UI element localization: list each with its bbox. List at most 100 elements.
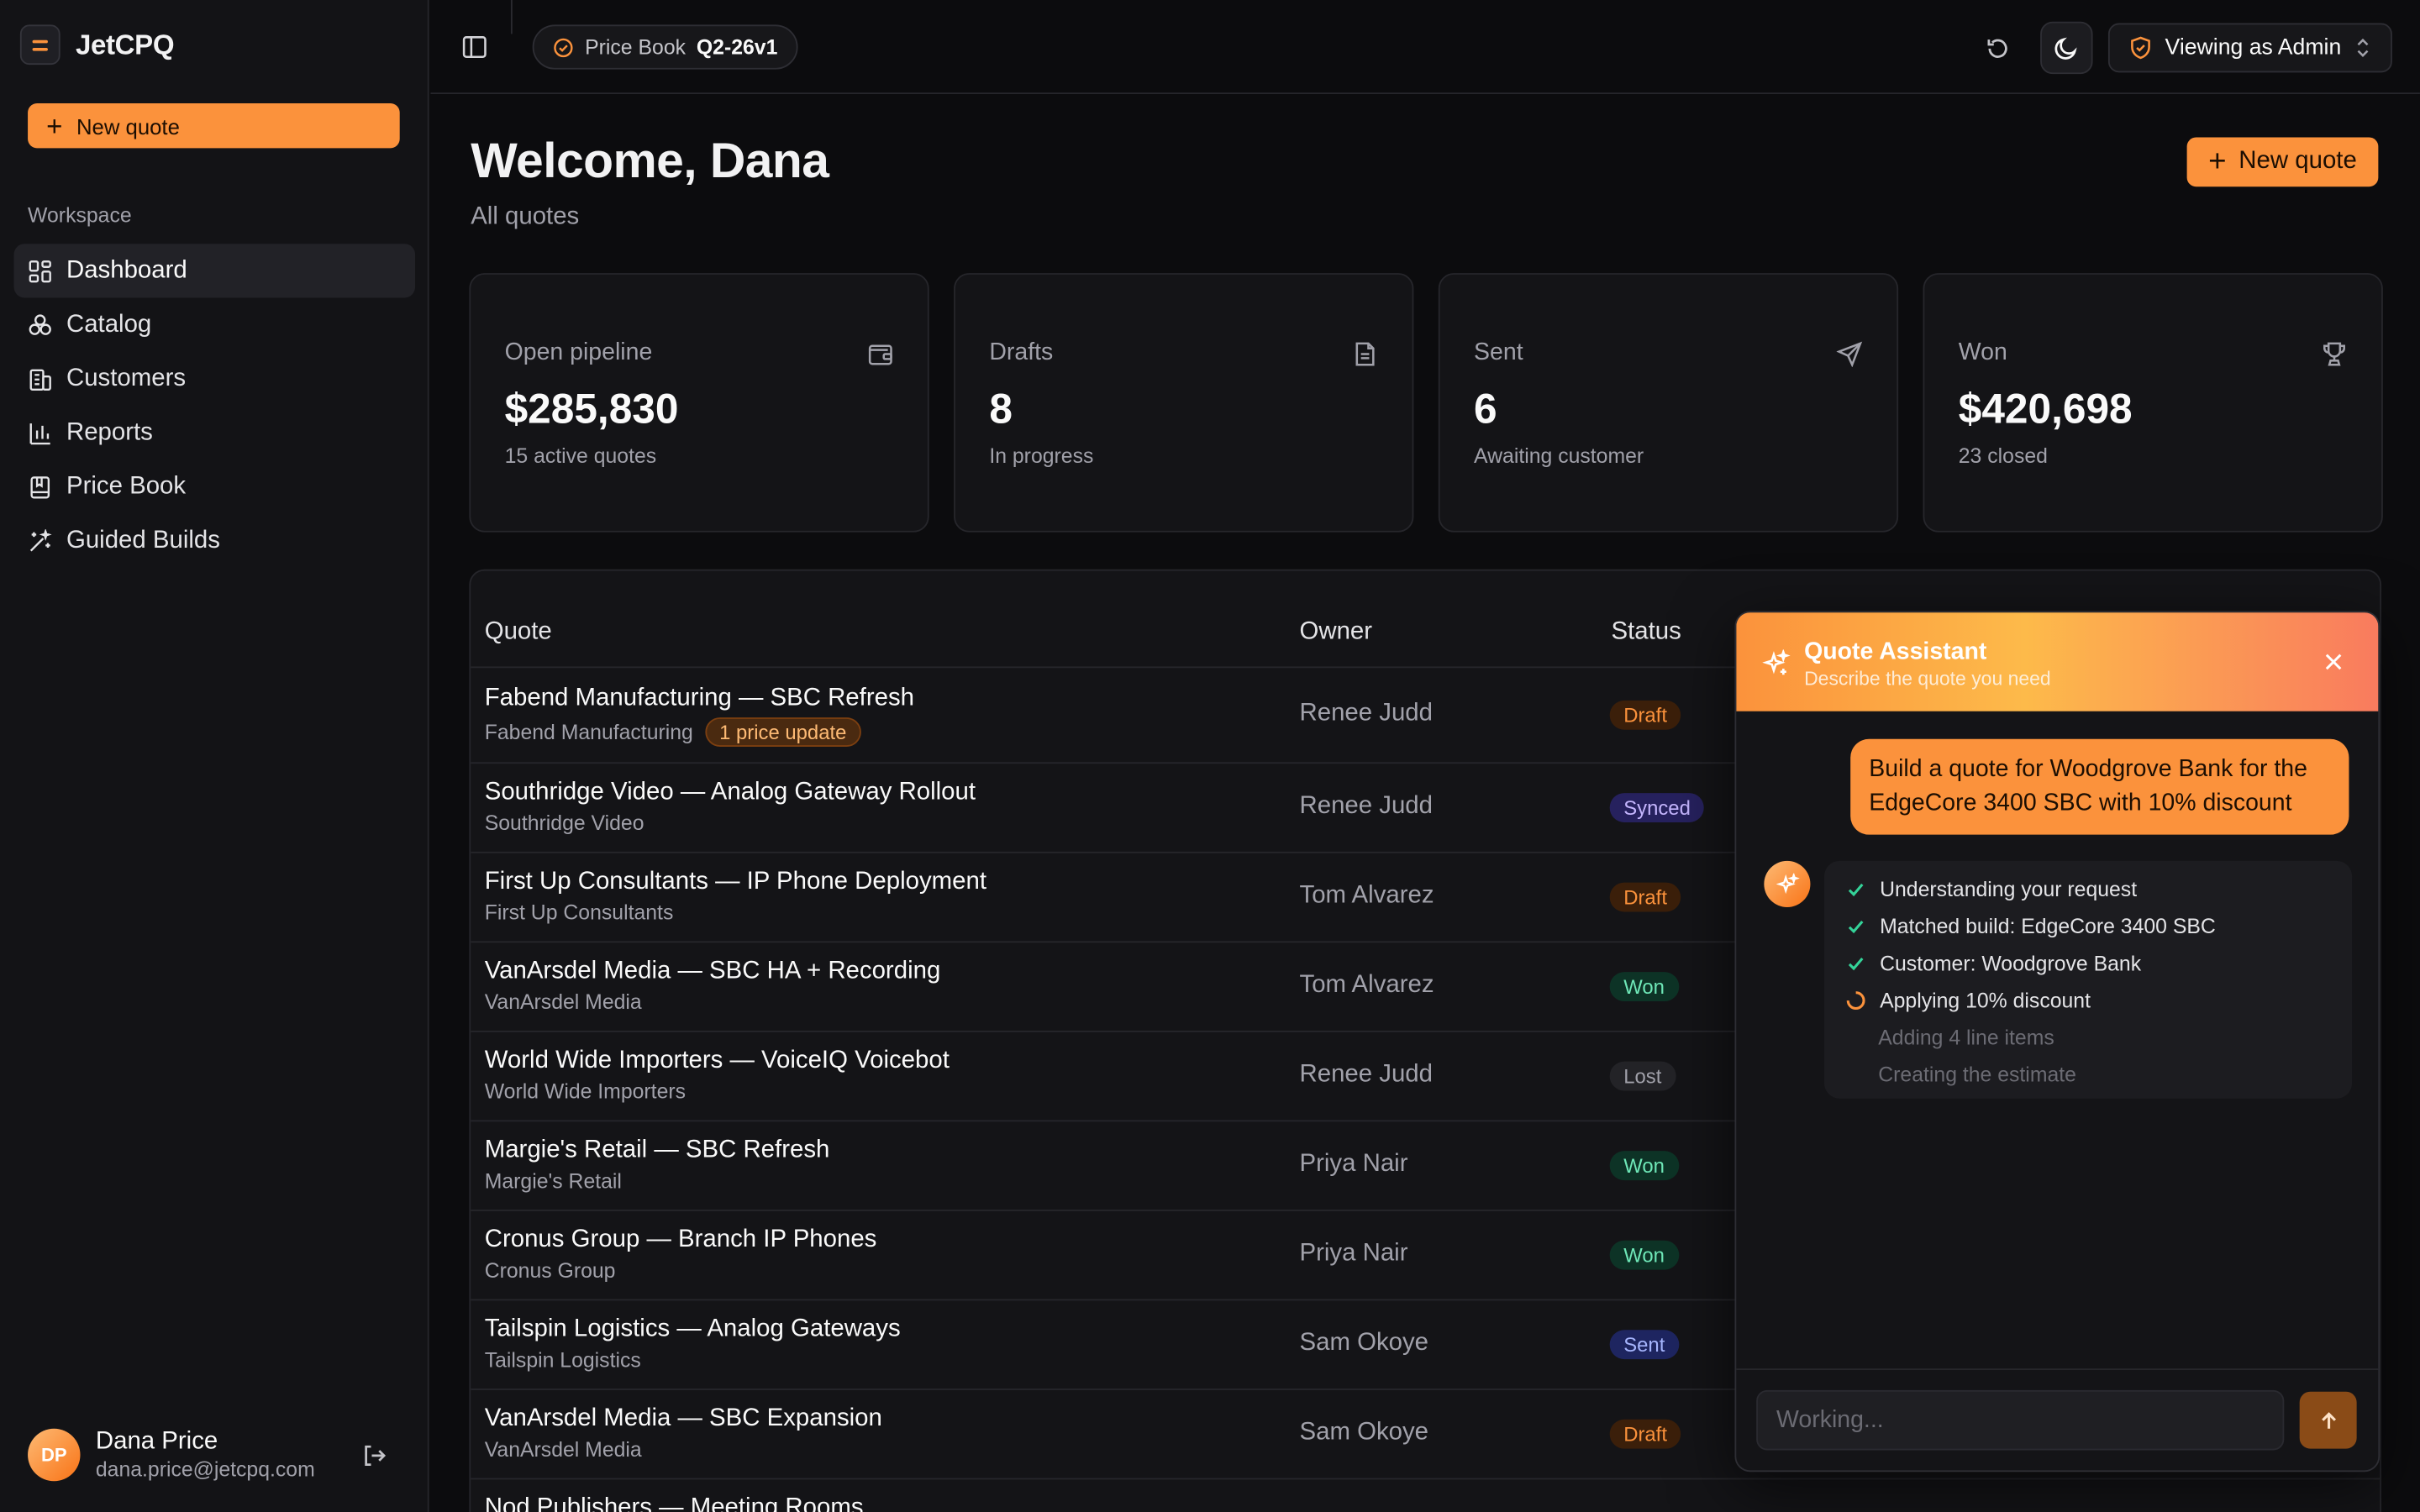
sidebar-item-label: Guided Builds [66, 527, 220, 554]
app-name: JetCPQ [75, 28, 175, 60]
quote-customer: Southridge Video [484, 811, 644, 835]
step-label: Applying 10% discount [1880, 988, 2091, 1011]
sparkles-icon [1776, 872, 1799, 894]
arrow-up-icon [2321, 1411, 2336, 1428]
progress-step-done: Customer: Woodgrove Bank [1824, 944, 2352, 981]
sidebar-item-label: Customers [66, 365, 187, 391]
sidebar-item-label: Catalog [66, 311, 152, 338]
assistant-subtitle: Describe the quote you need [1804, 668, 2051, 690]
quote-assistant-panel: Quote Assistant Describe the quote you n… [1734, 611, 2381, 1473]
topbar: Price Book Q2-26v1 Viewing as Admin [430, 0, 2420, 95]
assistant-input[interactable] [1756, 1389, 2285, 1451]
status-badge: Lost [1609, 1061, 1676, 1091]
status-badge: Won [1609, 1240, 1679, 1270]
stat-value: 6 [1474, 386, 1497, 433]
quote-owner: Priya Nair [1299, 1151, 1408, 1178]
divider [510, 0, 513, 34]
progress-step-running: Applying 10% discount [1824, 981, 2352, 1018]
stat-subtext: Awaiting customer [1474, 444, 1644, 468]
stat-label: Won [1958, 339, 2007, 366]
price-update-badge[interactable]: 1 price update [705, 717, 860, 747]
quote-title[interactable]: Tailspin Logistics — Analog Gateways [485, 1316, 901, 1344]
price-book-selector[interactable]: Price Book Q2-26v1 [532, 24, 798, 70]
sidebar-toggle-icon [462, 36, 487, 58]
quote-title[interactable]: VanArsdel Media — SBC Expansion [485, 1405, 882, 1433]
refresh-button[interactable] [1972, 22, 2024, 74]
plus-icon: + [2208, 144, 2227, 180]
sidebar-item-label: Reports [66, 418, 153, 445]
workspace-section-label: Workspace [28, 203, 132, 227]
stat-subtext: In progress [989, 444, 1094, 468]
sidebar-item-catalog[interactable]: Catalog [14, 297, 416, 351]
status-badge: Won [1609, 972, 1679, 1002]
check-icon [1848, 882, 1864, 896]
new-quote-label: New quote [2238, 148, 2357, 175]
stat-card-sent: Sent 6 Awaiting customer [1438, 273, 1899, 533]
catalog-icon [29, 313, 51, 334]
quote-owner: Tom Alvarez [1299, 972, 1434, 999]
sidebar-toggle-button[interactable] [461, 34, 487, 67]
price-book-version: Q2-26v1 [696, 35, 778, 59]
dashboard-icon [29, 260, 51, 282]
stat-card-won: Won $420,698 23 closed [1923, 273, 2383, 533]
role-label: Viewing as Admin [2165, 35, 2342, 60]
topbar-actions: Viewing as Admin [1972, 21, 2392, 75]
quote-title[interactable]: Margie's Retail — SBC Refresh [485, 1137, 830, 1165]
quote-title[interactable]: Cronus Group — Branch IP Phones [485, 1226, 877, 1254]
sidebar-item-reports[interactable]: Reports [14, 406, 416, 459]
assistant-composer [1736, 1368, 2379, 1470]
progress-step-pending: Adding 4 line items [1824, 1018, 2352, 1055]
sidebar-item-price-book[interactable]: Price Book [14, 459, 416, 513]
assistant-avatar [1764, 860, 1811, 907]
sparkles-icon [1762, 649, 1791, 675]
stat-subtext: 15 active quotes [504, 444, 657, 468]
page-title: Welcome, Dana [471, 132, 829, 189]
stat-label: Open pipeline [504, 339, 653, 366]
quote-title[interactable]: World Wide Importers — VoiceIQ Voicebot [485, 1047, 950, 1075]
column-header-quote[interactable]: Quote [485, 619, 552, 647]
quote-customer: World Wide Importers [484, 1079, 687, 1104]
status-badge: Draft [1609, 1419, 1681, 1449]
check-icon [1848, 957, 1864, 970]
quote-owner: Sam Okoye [1299, 1330, 1429, 1357]
quote-title[interactable]: Nod Publishers — Meeting Rooms [485, 1495, 864, 1512]
wallet-icon [868, 344, 892, 365]
send-button[interactable] [2299, 1391, 2357, 1449]
quote-customer: Fabend Manufacturing [484, 720, 693, 744]
stat-label: Sent [1474, 339, 1523, 366]
column-header-owner[interactable]: Owner [1300, 619, 1373, 647]
sidebar-item-dashboard[interactable]: Dashboard [13, 244, 416, 298]
quote-title[interactable]: Southridge Video — Analog Gateway Rollou… [485, 780, 976, 807]
sidebar-new-quote-label: New quote [76, 113, 180, 139]
step-label: Creating the estimate [1878, 1062, 2076, 1086]
assistant-title: Quote Assistant [1804, 638, 1987, 665]
quote-title[interactable]: First Up Consultants — IP Phone Deployme… [485, 869, 986, 896]
table-row[interactable]: Nod Publishers — Meeting Rooms [471, 1479, 2380, 1512]
quote-owner: Tom Alvarez [1299, 882, 1434, 909]
sidebar-item-customers[interactable]: Customers [14, 352, 416, 406]
quote-owner: Renee Judd [1299, 1061, 1434, 1088]
brand[interactable]: JetCPQ [19, 24, 175, 66]
stat-label: Drafts [989, 339, 1054, 366]
sidebar-item-guided-builds[interactable]: Guided Builds [14, 514, 416, 568]
customers-icon [29, 368, 51, 391]
logout-icon[interactable] [361, 1442, 387, 1468]
column-header-status[interactable]: Status [1612, 619, 1681, 647]
theme-toggle-button[interactable] [2039, 21, 2093, 75]
user-profile[interactable]: DP Dana Price dana.price@jetcpq.com [28, 1428, 398, 1482]
quote-title[interactable]: VanArsdel Media — SBC HA + Recording [485, 958, 941, 986]
close-icon[interactable] [2323, 651, 2344, 673]
sidebar-new-quote-button[interactable]: + New quote [28, 103, 400, 149]
quote-customer: Margie's Retail [484, 1169, 622, 1193]
quote-title[interactable]: Fabend Manufacturing — SBC Refresh [485, 685, 914, 712]
user-message-bubble: Build a quote for Woodgrove Bank for the… [1850, 738, 2349, 835]
document-icon [1355, 342, 1375, 366]
status-badge: Sent [1609, 1330, 1679, 1360]
role-selector[interactable]: Viewing as Admin [2107, 23, 2392, 73]
quote-owner: Renee Judd [1299, 793, 1434, 820]
quote-customer: Cronus Group [484, 1258, 616, 1283]
check-badge-icon [554, 37, 573, 57]
new-quote-button[interactable]: + New quote [2186, 137, 2379, 187]
sidebar-nav: Dashboard Catalog Customers Reports Pric… [13, 244, 416, 568]
avatar: DP [28, 1428, 81, 1482]
